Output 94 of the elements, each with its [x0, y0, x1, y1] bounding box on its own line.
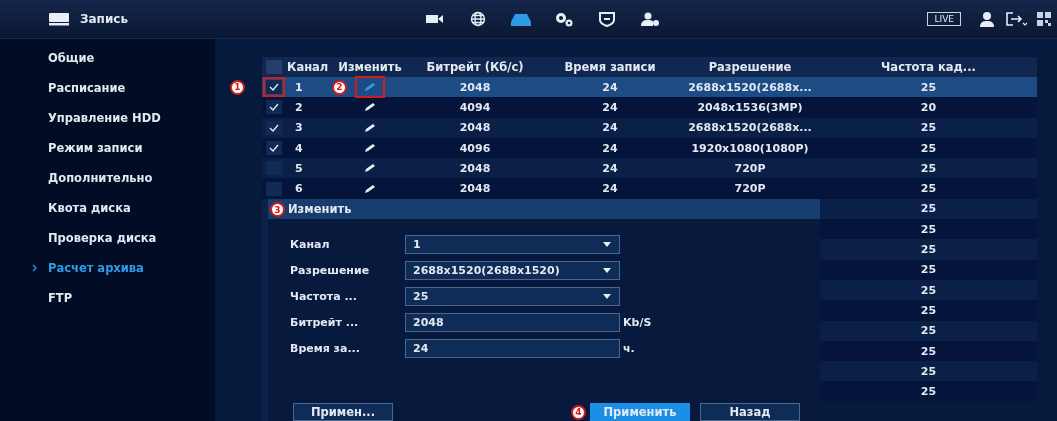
table-cell: 25	[920, 324, 937, 338]
table-cell: 1920x1080(1080P)	[691, 141, 809, 155]
dialog-title: Изменить	[288, 202, 352, 216]
column-header: Канал	[287, 60, 329, 74]
hard-drive-icon	[48, 12, 70, 26]
sidebar-item[interactable]: Проверка диска	[0, 223, 215, 253]
step-marker: 3	[270, 202, 285, 217]
table-cell: 25	[920, 385, 937, 399]
table-cell: 25	[920, 344, 937, 358]
input-field[interactable]: 24	[405, 339, 620, 358]
select-all-checkbox[interactable]	[265, 60, 282, 74]
table-row[interactable]: 5 2048 24 720P 25	[262, 158, 1037, 179]
table-cell: 4096	[459, 141, 491, 155]
table-cell: 25	[920, 364, 937, 378]
dropdown-field[interactable]: 25	[405, 287, 620, 306]
caret-icon	[603, 242, 611, 247]
step-marker: 2	[332, 79, 347, 95]
logout-icon[interactable]	[1005, 11, 1027, 27]
table-cell: 25	[920, 202, 937, 216]
step-marker: 4	[571, 404, 586, 420]
field-label: Частота ...	[290, 290, 358, 303]
table-cell: 3	[295, 121, 303, 135]
field-label: Канал	[290, 238, 331, 251]
dropdown-field[interactable]: 2688x1520(2688x1520)	[405, 261, 620, 280]
table-row[interactable]: 2 4094 24 2048x1536(3MP) 20	[262, 97, 1037, 118]
unit-label: Kb/S	[623, 316, 652, 329]
table-cell: 25	[920, 121, 937, 135]
table-cell: 2688x1520(2688x...	[688, 80, 812, 94]
sidebar-item[interactable]: Режим записи	[0, 133, 215, 163]
step-marker: 1	[230, 79, 245, 95]
row-checkbox[interactable]	[265, 80, 282, 95]
table-cell: 720P	[734, 182, 766, 196]
qr-code-icon[interactable]	[1037, 12, 1051, 26]
input-field[interactable]: 2048	[405, 313, 620, 332]
table-cell: 24	[602, 141, 618, 155]
table-cell: 24	[602, 100, 618, 114]
sidebar-item[interactable]: FTP	[0, 283, 215, 313]
column-header: Изменить	[338, 60, 402, 74]
table-cell: 24	[602, 182, 618, 196]
dropdown-field[interactable]: 1	[405, 235, 620, 254]
table-cell: 4094	[459, 100, 491, 114]
column-header: Частота кад...	[881, 60, 976, 74]
table-cell: 20	[920, 100, 937, 114]
table-cell: 24	[602, 80, 618, 94]
table-cell: 2	[295, 100, 303, 114]
sidebar-item[interactable]: Общие	[0, 43, 215, 73]
page-title: Запись	[80, 12, 129, 26]
table-cell: 25	[920, 161, 937, 175]
table-cell: 5	[295, 161, 303, 175]
sidebar-item[interactable]: Расписание	[0, 73, 215, 103]
sidebar-item[interactable]: Дополнительно	[0, 163, 215, 193]
column-header: Битрейт (Кб/с)	[426, 60, 524, 74]
row-checkbox[interactable]	[265, 181, 282, 196]
table-cell: 1	[295, 80, 303, 94]
table-cell: 25	[920, 141, 937, 155]
table-cell: 25	[920, 80, 937, 94]
table-cell: 24	[602, 161, 618, 175]
sidebar-item[interactable]: Управление HDD	[0, 103, 215, 133]
table-cell: 25	[920, 263, 937, 277]
dialog-button[interactable]: Назад	[700, 403, 800, 421]
table-row[interactable]: 6 2048 24 720P 25	[262, 178, 1037, 199]
row-checkbox[interactable]	[265, 141, 282, 156]
table-cell: 25	[920, 182, 937, 196]
table-row[interactable]: 4 4096 24 1920x1080(1080P) 25	[262, 137, 1037, 159]
table-cell: 25	[920, 222, 937, 236]
user-icon[interactable]	[979, 11, 995, 27]
field-label: Разрешение	[290, 264, 371, 277]
sidebar-item[interactable]: Расчет архива	[0, 253, 215, 283]
table-cell: 4	[295, 141, 303, 155]
table-cell: 25	[920, 243, 937, 256]
sidebar-item[interactable]: Квота диска	[0, 193, 215, 223]
row-checkbox[interactable]	[265, 120, 282, 135]
table-cell: 2048	[459, 121, 491, 135]
table-cell: 24	[602, 121, 618, 135]
column-header: Разрешение	[708, 60, 792, 74]
table-cell: 6	[295, 182, 303, 196]
dialog-button[interactable]: Примен...	[293, 403, 393, 421]
table-cell: 2688x1520(2688x...	[688, 121, 812, 135]
table-cell: 2048x1536(3MP)	[697, 100, 803, 114]
unit-label: ч.	[623, 342, 635, 355]
row-checkbox[interactable]	[265, 100, 282, 115]
table-cell: 2048	[459, 161, 491, 175]
field-label: Битрейт ...	[290, 316, 360, 329]
live-button[interactable]: LIVE	[927, 12, 961, 26]
caret-icon	[603, 268, 611, 273]
table-cell: 25	[920, 303, 937, 317]
field-label: Время за...	[290, 342, 361, 355]
table-cell: 2048	[459, 182, 491, 196]
table-row[interactable]: 3 2048 24 2688x1520(2688x... 25	[262, 117, 1037, 138]
table-cell: 720P	[734, 161, 766, 175]
column-header: Время записи	[564, 60, 656, 74]
table-cell: 2048	[459, 80, 491, 94]
table-cell: 25	[920, 283, 937, 297]
chevron-icon	[32, 264, 37, 272]
